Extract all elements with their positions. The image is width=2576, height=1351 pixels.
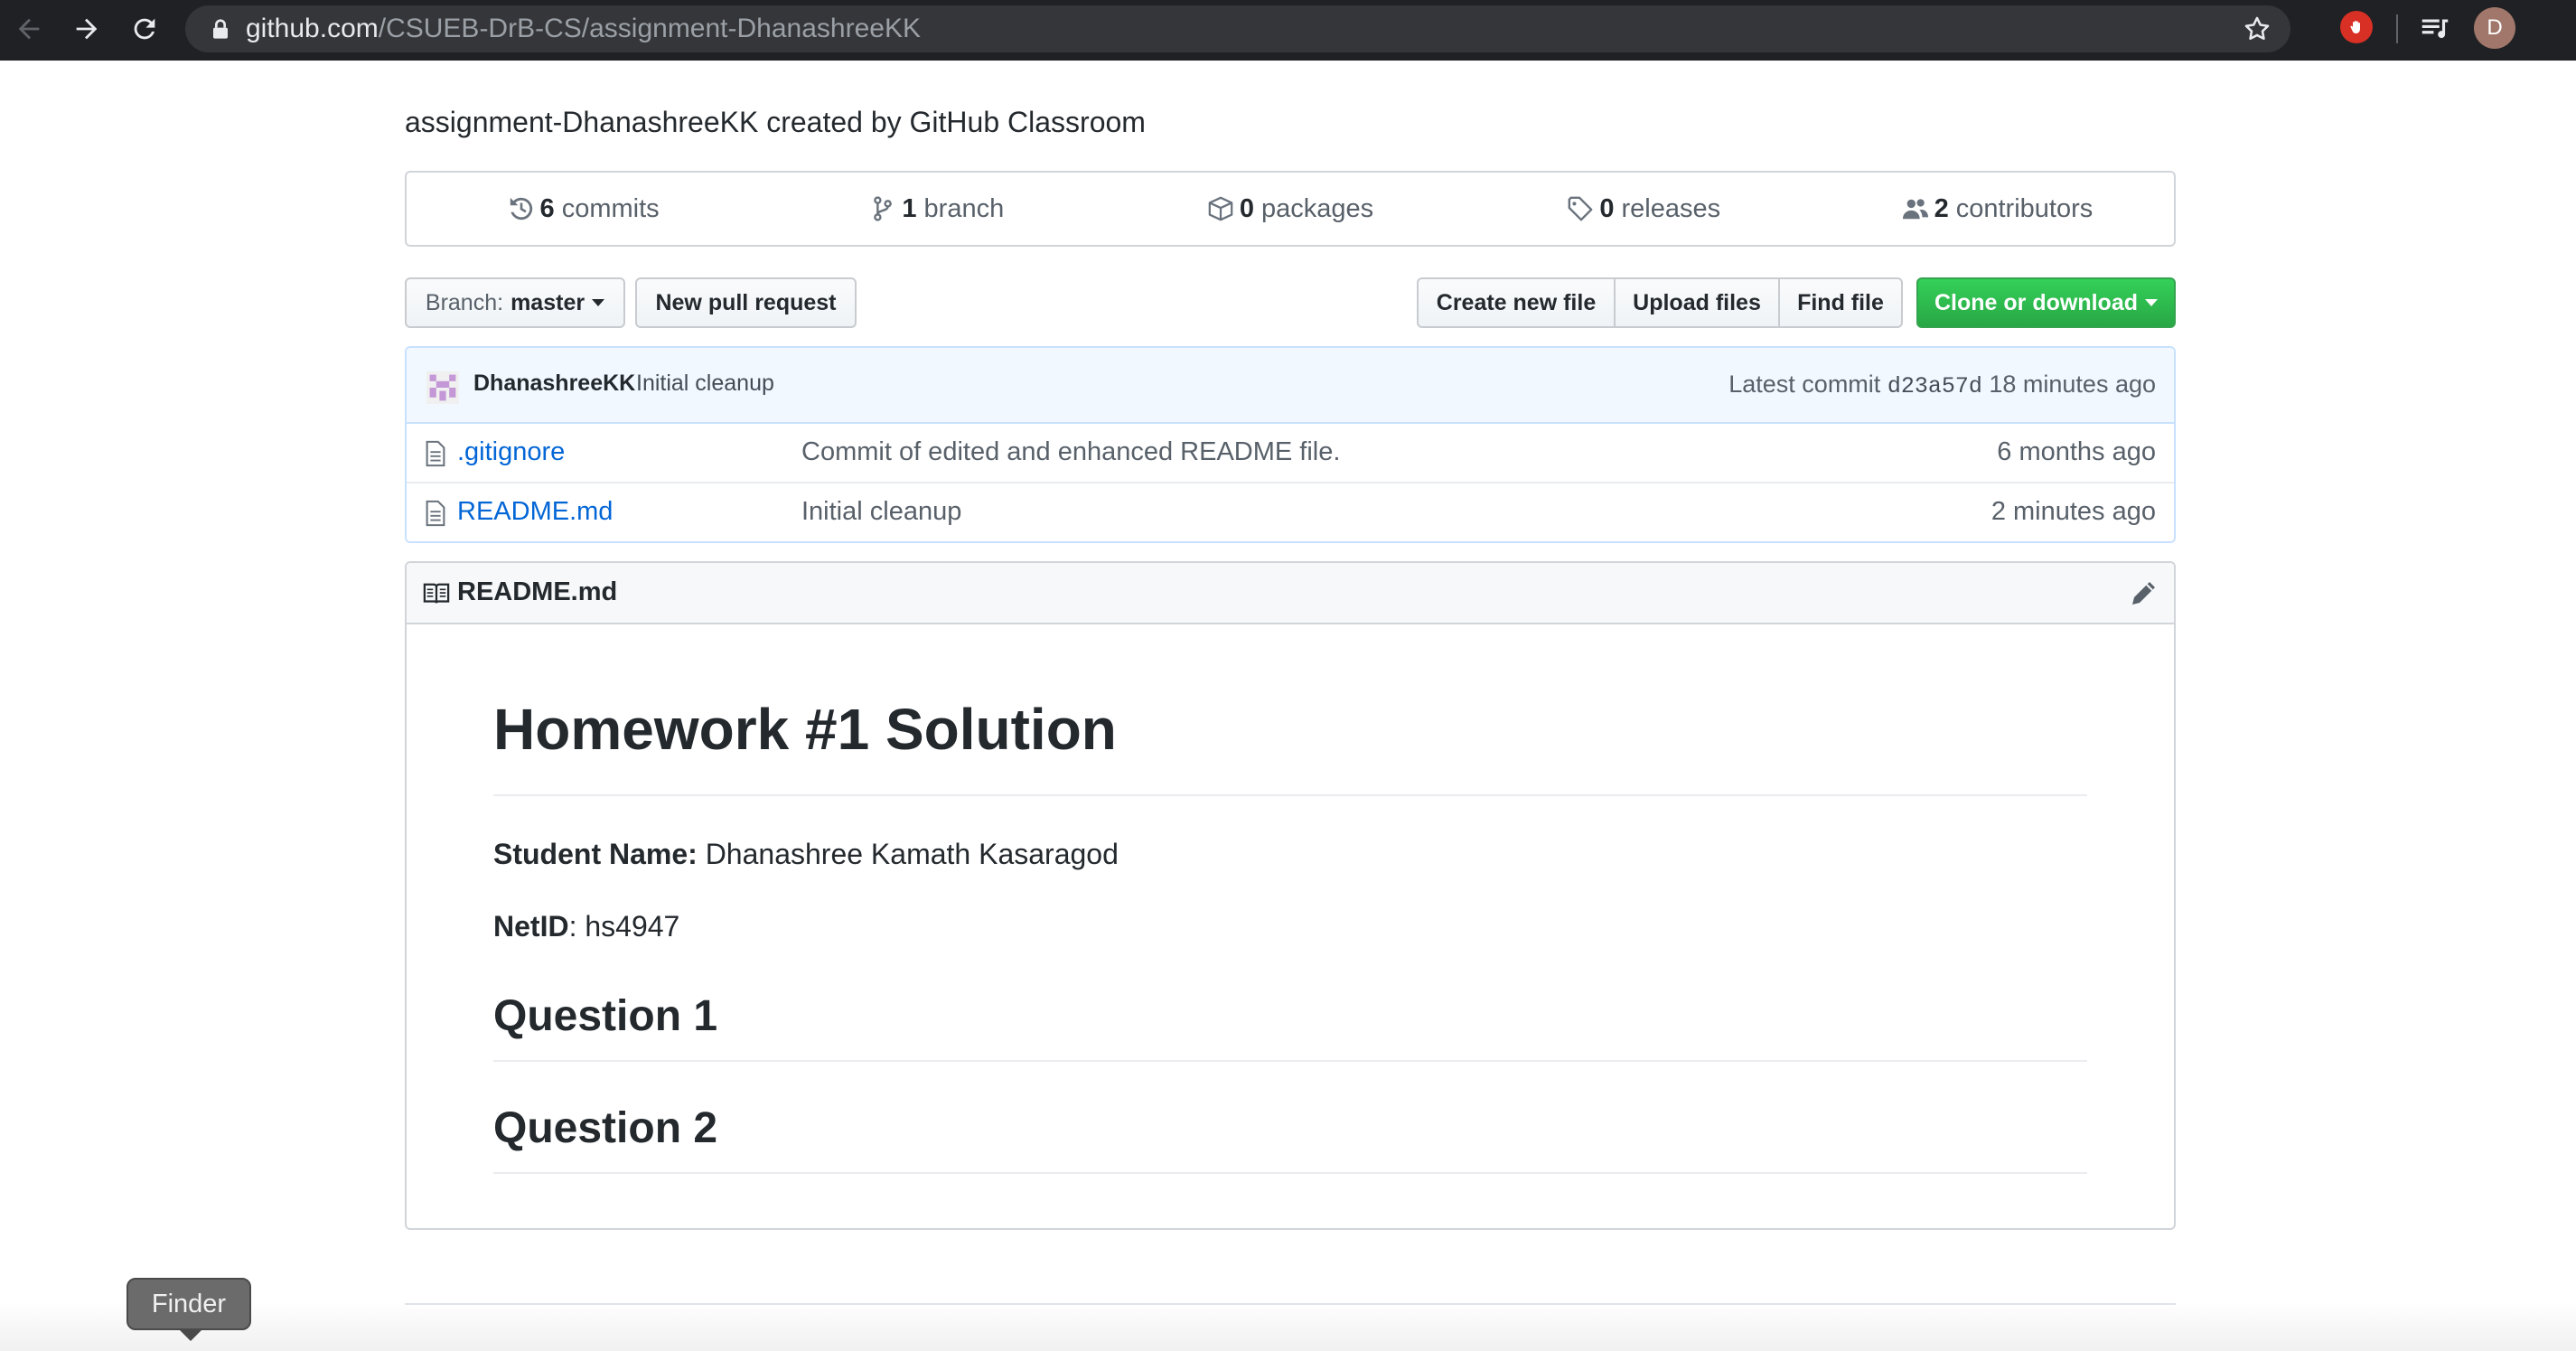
readme-header: README.md (407, 563, 2174, 624)
question-1-heading: Question 1 (493, 990, 2087, 1062)
package-icon (1208, 196, 1233, 221)
new-pull-request-button[interactable]: New pull request (635, 277, 857, 328)
clone-or-download-button[interactable]: Clone or download (1916, 277, 2176, 328)
back-arrow-icon[interactable] (9, 9, 49, 49)
file-commit-message-link[interactable]: Initial cleanup (801, 497, 961, 527)
browser-toolbar: github.com/CSUEB-DrB-CS/assignment-Dhana… (0, 0, 2576, 61)
table-row: .gitignore Commit of edited and enhanced… (407, 424, 2174, 483)
file-name-link[interactable]: .gitignore (457, 437, 565, 467)
repo-description: assignment-DhanashreeKK created by GitHu… (405, 106, 1146, 138)
releases-link[interactable]: 0 releases (1467, 173, 1821, 245)
create-new-file-button[interactable]: Create new file (1417, 277, 1616, 328)
profile-avatar[interactable]: D (2474, 7, 2515, 49)
packages-link[interactable]: 0 packages (1113, 173, 1466, 245)
student-name-line: Student Name: Dhanashree Kamath Kasarago… (493, 838, 1119, 870)
dock-shadow (0, 1301, 2576, 1351)
toolbar-separator (2396, 14, 2398, 43)
avatar[interactable] (426, 371, 459, 404)
reload-icon[interactable] (125, 9, 164, 49)
file-name-link[interactable]: README.md (457, 497, 613, 527)
book-icon (423, 583, 450, 604)
commit-author-link[interactable]: DhanashreeKK (473, 371, 635, 397)
file-commit-message-link[interactable]: Commit of edited and enhanced README fil… (801, 437, 1340, 467)
file-age: 6 months ago (1997, 437, 2156, 466)
git-branch-icon (874, 196, 893, 221)
file-icon (426, 440, 445, 467)
branches-link[interactable]: 1 branch (760, 173, 1113, 245)
people-icon (1902, 199, 1928, 220)
dock-tooltip: Finder (126, 1278, 251, 1330)
table-row: README.md Initial cleanup 2 minutes ago (407, 483, 2174, 541)
upload-files-button[interactable]: Upload files (1614, 277, 1780, 328)
star-icon[interactable] (2242, 14, 2272, 44)
address-bar[interactable]: github.com/CSUEB-DrB-CS/assignment-Dhana… (185, 5, 2290, 52)
url-text: github.com/CSUEB-DrB-CS/assignment-Dhana… (246, 14, 921, 43)
numbers-summary: 6 commits 1 branch 0 packages 0 releases 2 co… (405, 171, 2176, 247)
latest-commit-bar: DhanashreeKK Initial cleanup Latest comm… (407, 348, 2174, 424)
file-table: DhanashreeKK Initial cleanup Latest comm… (405, 346, 2176, 543)
tooltip-pointer (178, 1328, 203, 1341)
commits-link[interactable]: 6 commits (407, 173, 760, 245)
branch-select-button[interactable]: Branch: master (405, 277, 625, 328)
file-actions-group: Create new file Upload files Find file (1417, 277, 1903, 328)
latest-commit-info: Latest commit d23a57d 18 minutes ago (1728, 371, 2156, 399)
file-icon (426, 500, 445, 527)
contributors-link[interactable]: 2 contributors (1821, 173, 2174, 245)
lock-icon[interactable] (211, 18, 230, 40)
file-age: 2 minutes ago (1991, 497, 2156, 526)
find-file-button[interactable]: Find file (1778, 277, 1903, 328)
chevron-down-icon (592, 299, 605, 306)
chevron-down-icon (2145, 299, 2158, 306)
media-queue-icon[interactable] (2418, 11, 2452, 45)
readme-title: README.md (457, 577, 618, 606)
readme-heading: Homework #1 Solution (493, 693, 2087, 796)
commit-sha-link[interactable]: d23a57d (1888, 373, 1982, 399)
forward-arrow-icon[interactable] (67, 9, 107, 49)
question-2-heading: Question 2 (493, 1102, 2087, 1174)
commit-message-link[interactable]: Initial cleanup (636, 371, 774, 397)
history-icon (510, 197, 532, 220)
netid-line: NetID: hs4947 (493, 910, 680, 943)
pencil-icon[interactable] (2129, 579, 2158, 608)
tag-icon (1568, 196, 1593, 221)
stop-hand-icon[interactable] (2340, 11, 2373, 43)
readme-panel: README.md Homework #1 Solution Student N… (405, 561, 2176, 1230)
